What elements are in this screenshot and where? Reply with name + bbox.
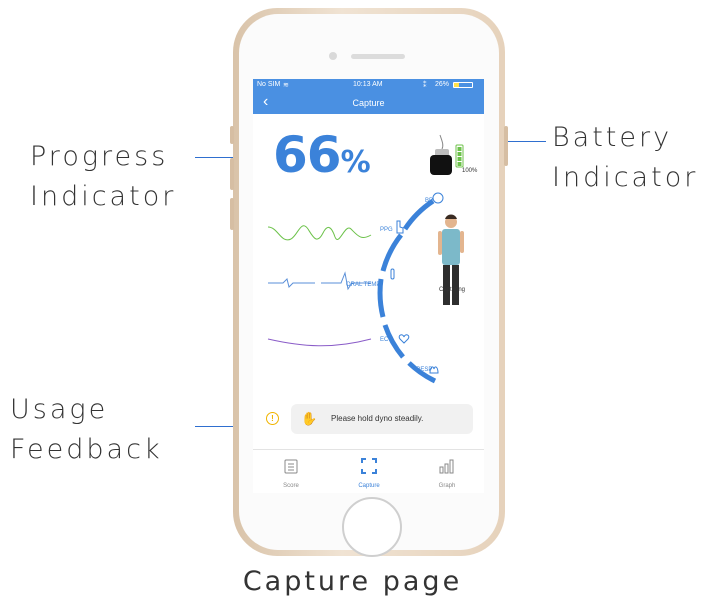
volume-up-button <box>230 158 234 190</box>
thermometer-icon <box>390 268 395 280</box>
app-screen: No SIM ≋ 10:13 AM ⁑ 26% ‹ Capture 66% 10… <box>253 79 484 493</box>
progress-unit: % <box>340 145 371 180</box>
hand-icon: ✋ <box>301 411 318 426</box>
tab-score[interactable]: Score <box>261 458 321 489</box>
phone-battery-icon <box>453 82 473 88</box>
progress-value: 66 <box>273 126 342 184</box>
tab-capture-label: Capture <box>358 483 380 489</box>
carrier-label: No SIM <box>257 81 281 88</box>
sensor-label-ppg: PPG <box>380 227 393 233</box>
ppg-waveform <box>267 225 372 241</box>
page-caption: Capture page <box>242 566 463 597</box>
arc-segment-bp <box>402 198 435 231</box>
volume-down-button <box>230 198 234 230</box>
tab-graph[interactable]: Graph <box>417 458 477 489</box>
silent-switch <box>230 126 234 144</box>
front-camera <box>329 52 337 60</box>
bluetooth-icon: ⁑ <box>423 82 427 89</box>
power-button <box>504 126 508 166</box>
nav-title: Capture <box>352 98 385 108</box>
phone-battery-percent: 26% <box>435 81 450 88</box>
arc-segment-temp <box>377 278 386 318</box>
device-battery-percent: 100% <box>462 168 478 174</box>
clipboard-icon <box>284 459 298 474</box>
sensor-label-ecg: ECG <box>380 337 394 343</box>
usage-feedback-annotation: Usage Feedback <box>10 390 163 470</box>
capturing-status: Capturing <box>439 287 466 293</box>
progress-annotation-line1: Progress <box>30 141 169 172</box>
home-button[interactable] <box>342 497 402 557</box>
heart-icon <box>398 334 410 344</box>
progress-annotation-line2: Indicator <box>30 181 177 212</box>
gauge-icon <box>432 192 444 204</box>
sensor-label-resp: RESP <box>416 367 433 373</box>
sensor-label-oral-temp: ORAL TEMP <box>346 282 381 288</box>
status-bar: No SIM ≋ 10:13 AM ⁑ 26% <box>253 79 484 91</box>
tab-capture[interactable]: Capture <box>339 458 399 489</box>
warning-icon: ! <box>266 412 279 425</box>
progress-indicator-annotation: Progress Indicator <box>30 137 176 217</box>
wifi-icon: ≋ <box>283 82 289 89</box>
usage-feedback: ! ✋ Please hold dyno steadily. <box>261 403 473 435</box>
nav-bar: ‹ Capture <box>253 91 484 114</box>
feedback-bubble: ✋ Please hold dyno steadily. <box>291 404 473 434</box>
resp-waveform <box>267 338 372 347</box>
battery-indicator-annotation: Battery Indicator <box>552 118 698 198</box>
progress-indicator: 66% <box>273 127 371 183</box>
usage-annotation-line2: Feedback <box>10 434 163 465</box>
sensor-label-bp: BP <box>425 198 434 204</box>
battery-annotation-line1: Battery <box>552 122 673 153</box>
finger-icon <box>396 220 404 234</box>
arc-segment-ppg <box>380 233 404 272</box>
usage-annotation-line1: Usage <box>10 394 109 425</box>
tab-bar: Score Capture Graph <box>253 449 484 493</box>
tab-graph-label: Graph <box>438 483 456 489</box>
feedback-message: Please hold dyno steadily. <box>331 414 424 423</box>
capture-frame-icon <box>361 458 377 474</box>
clock-label: 10:13 AM <box>353 81 383 88</box>
tab-score-label: Score <box>283 483 299 489</box>
battery-annotation-line2: Indicator <box>552 162 699 193</box>
bar-graph-icon <box>439 459 454 474</box>
earpiece-speaker <box>351 54 405 59</box>
